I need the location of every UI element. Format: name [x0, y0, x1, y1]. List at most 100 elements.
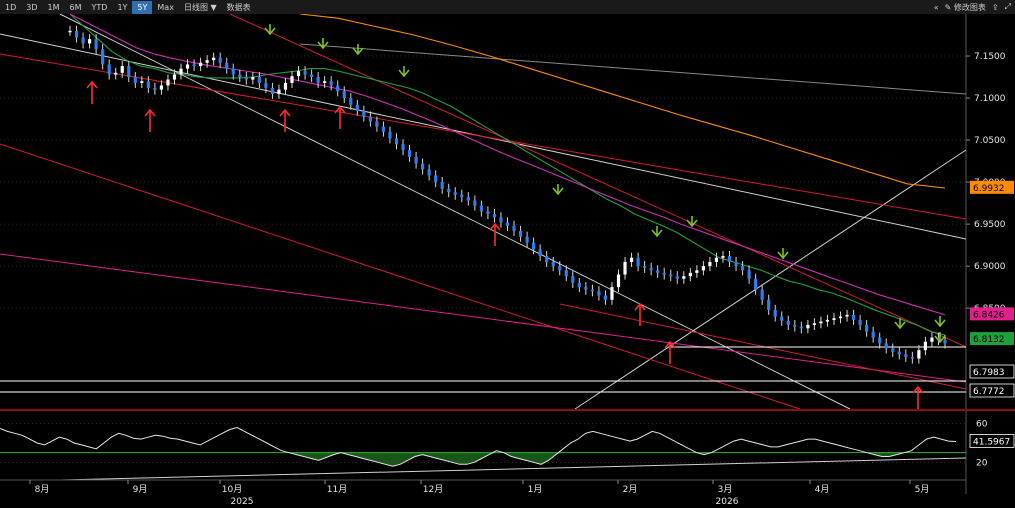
red-up-arrow-icon [334, 105, 346, 129]
candle-body [375, 121, 379, 127]
candle-body [662, 272, 666, 275]
candle-body [838, 316, 843, 319]
toolbar-actions: « ✎ 修改图表 ⇪ ⤢ [934, 0, 1011, 14]
price-chart[interactable]: 7.15007.10007.05007.00006.95006.90006.85… [0, 14, 1015, 508]
candle-body [87, 39, 92, 44]
candle-body [649, 267, 653, 271]
candle-body [884, 343, 888, 349]
red-up-arrow-icon [489, 222, 501, 246]
signal-arrows [86, 24, 946, 409]
export-icon[interactable]: ⇪ [992, 3, 999, 12]
oscillator-line [0, 426, 957, 467]
candle-body [714, 257, 719, 262]
osc-tick-label: 20 [976, 458, 988, 468]
candle-body [127, 66, 131, 78]
candle-body [675, 276, 679, 279]
candle-body [107, 64, 111, 75]
x-axis: 8月 9月 10月 11月 12月 1月 2月 3月 4月 5月 2025 2026 [0, 479, 966, 507]
osc-trendline [59, 457, 967, 481]
candle-body [786, 320, 790, 325]
candle-body [858, 319, 862, 325]
range-tab-ytd[interactable]: YTD [87, 1, 113, 14]
candle-body [316, 77, 320, 83]
candle-body [394, 138, 399, 145]
y-tick-label: 6.9500 [974, 220, 1006, 230]
candle-body [545, 256, 549, 262]
candle-body [225, 62, 229, 69]
candle-body [518, 230, 523, 237]
candle-body [479, 205, 483, 212]
edit-chart-button[interactable]: ✎ 修改图表 [945, 2, 986, 13]
candle-body [277, 89, 281, 94]
green-down-arrow-icon [398, 66, 410, 78]
candle-body [727, 256, 732, 262]
candle-body [94, 39, 98, 50]
candle-body [629, 257, 634, 262]
candle-body [623, 261, 627, 275]
x-tick-label: 3月 [718, 484, 733, 495]
toolbar: 1D 3D 1M 6M YTD 1Y 5Y Max 日线图 ▼ 数据表 « ✎ 修改图表 ⇪ … [0, 0, 1015, 14]
candle-body [832, 318, 836, 320]
x-tick-label: 5月 [915, 484, 930, 495]
chart-type-dropdown[interactable]: 日线图 ▼ [179, 1, 222, 14]
candle-body [878, 337, 882, 344]
green-down-arrow-icon [352, 44, 364, 56]
candle-body [532, 242, 536, 250]
range-tab-1y[interactable]: 1Y [112, 1, 132, 14]
datatable-button[interactable]: 数据表 [222, 1, 256, 14]
candle-body [218, 57, 222, 63]
red-up-arrow-icon [664, 340, 676, 364]
candle-body [172, 74, 177, 80]
candle-body [917, 350, 921, 359]
green-down-arrow-icon [264, 24, 276, 36]
candle-body [845, 314, 849, 317]
range-tab-5y[interactable]: 5Y [132, 0, 153, 14]
range-tab-3d[interactable]: 3D [21, 1, 42, 14]
red-up-arrow-icon [144, 108, 156, 132]
candle-body [669, 274, 673, 277]
trendlines [0, 14, 967, 410]
candle-body [825, 319, 830, 322]
osc-value-label: 41.5967 [973, 437, 1010, 447]
collapse-button[interactable]: « [934, 3, 939, 12]
x-tick-label: 4月 [815, 484, 830, 495]
candle-body [283, 82, 288, 90]
candle-body [577, 282, 581, 288]
candle-body [636, 257, 640, 267]
range-tab-max[interactable]: Max [152, 1, 179, 14]
x-tick-label: 1月 [528, 484, 543, 495]
candle-body [421, 163, 425, 170]
candle-body [701, 266, 705, 271]
candle-body [525, 236, 529, 243]
pencil-icon: ✎ [944, 2, 952, 12]
range-tab-1d[interactable]: 1D [0, 1, 21, 14]
green-down-arrow-icon [552, 184, 564, 196]
range-tabs: 1D 3D 1M 6M YTD 1Y 5Y Max [0, 0, 179, 14]
candle-body [943, 340, 947, 344]
candle-body [551, 261, 555, 267]
price-label: 6.8132 [973, 335, 1005, 345]
candle-body [597, 291, 601, 296]
expand-icon[interactable]: ⤢ [1005, 2, 1011, 12]
candle-body [440, 182, 444, 189]
candle-body [812, 323, 817, 325]
candle-body [734, 261, 738, 267]
y-tick-label: 7.1500 [974, 52, 1006, 62]
candle-body [904, 354, 908, 357]
osc-shading [0, 452, 956, 467]
trendline [229, 14, 967, 348]
x-year-label: 2026 [716, 497, 739, 507]
candle-body [303, 71, 307, 75]
candle-body [453, 192, 457, 195]
candle-body [571, 276, 575, 283]
candle-body [355, 104, 359, 111]
candle-body [270, 87, 275, 94]
candle-body [460, 194, 464, 198]
candle-body [329, 81, 333, 86]
range-tab-1m[interactable]: 1M [43, 1, 65, 14]
range-tab-6m[interactable]: 6M [65, 1, 87, 14]
candle-body [264, 82, 268, 88]
green-down-arrow-icon [934, 316, 946, 328]
candle-body [244, 77, 248, 80]
candle-body [740, 266, 745, 271]
